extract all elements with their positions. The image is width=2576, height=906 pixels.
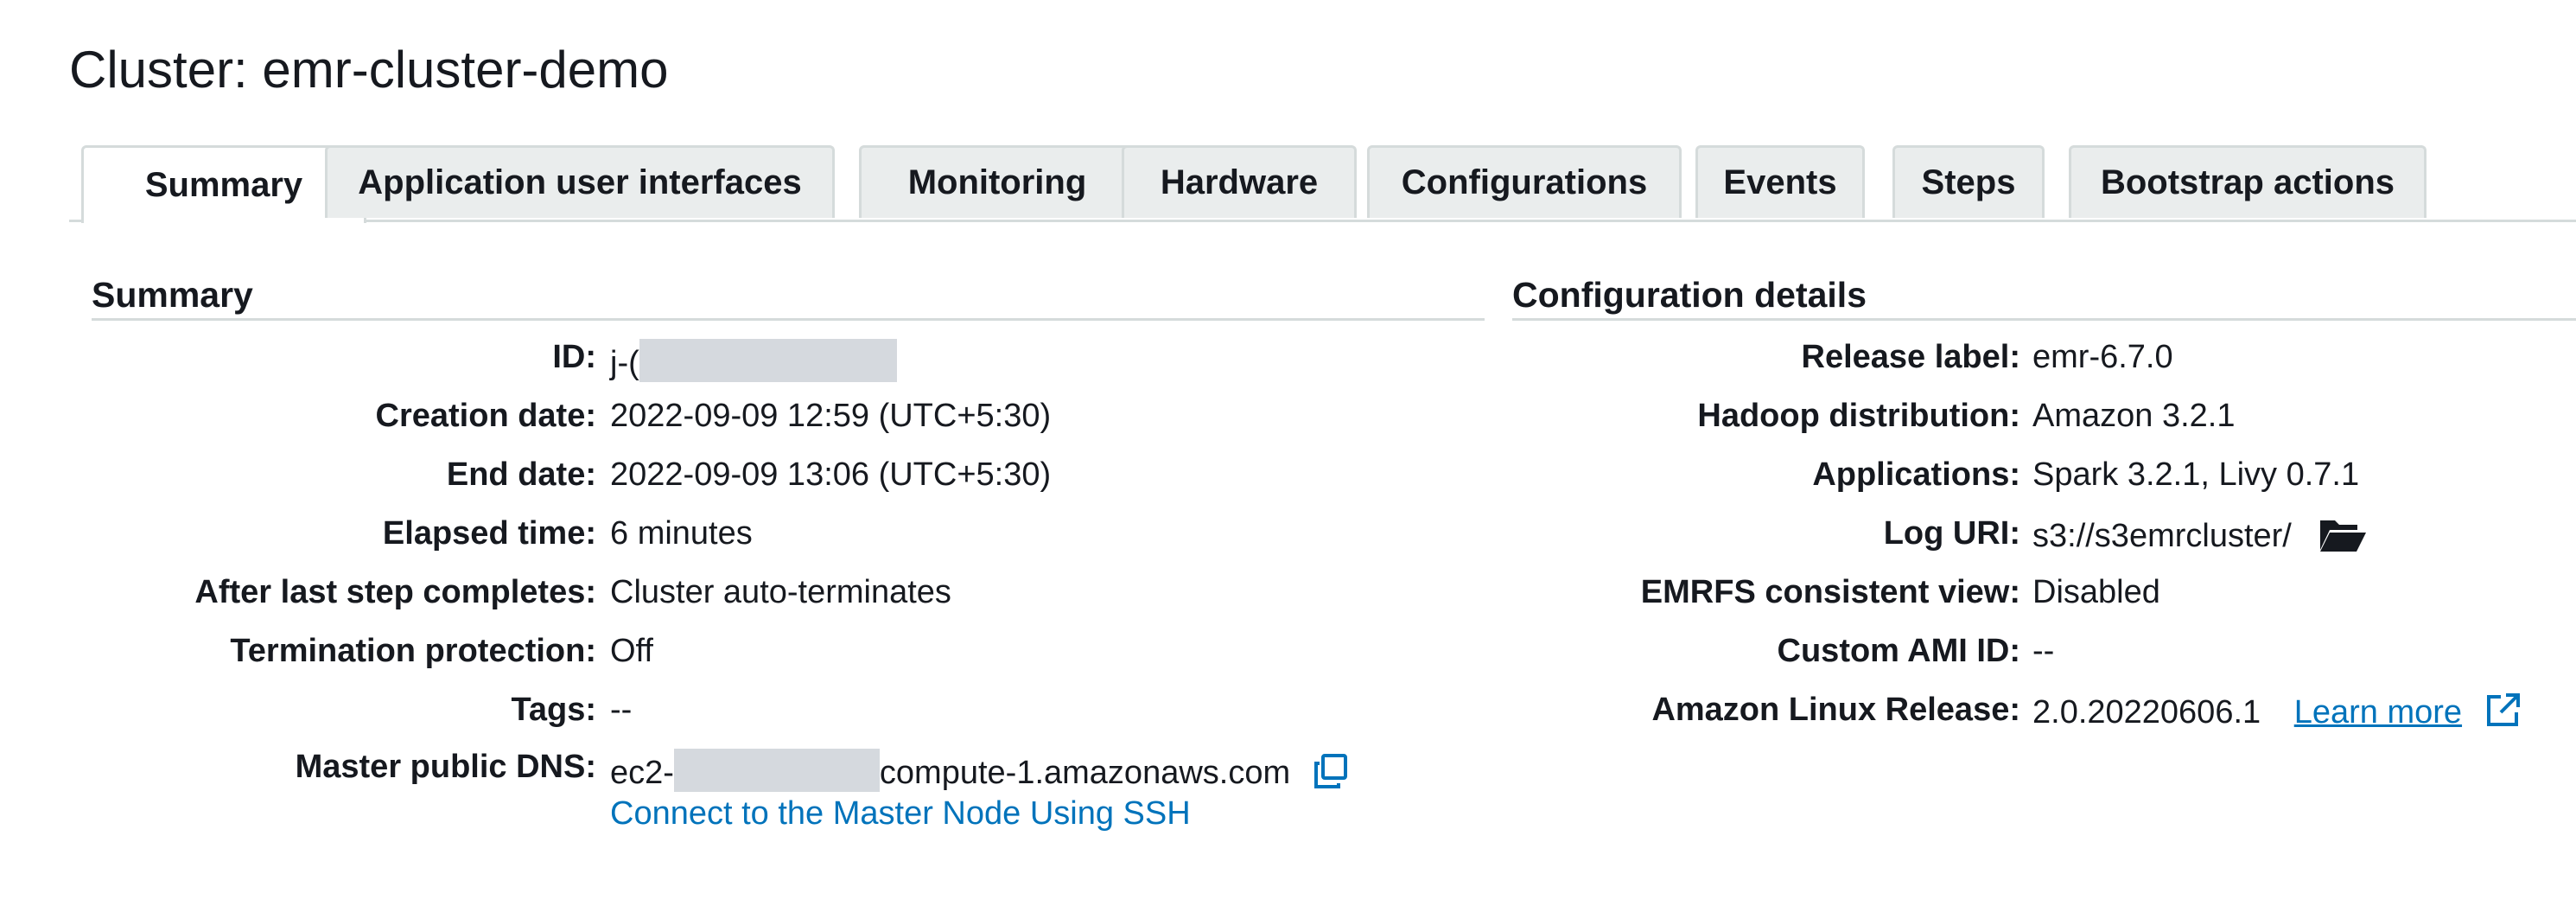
external-link-icon[interactable]: [2484, 692, 2522, 738]
log-uri-label: Log URI:: [1883, 515, 2020, 552]
tab-steps[interactable]: Steps: [1892, 145, 2045, 218]
tab-events[interactable]: Events: [1695, 145, 1865, 218]
tab-application-user-interfaces[interactable]: Application user interfaces: [325, 145, 835, 218]
summary-heading: Summary: [92, 275, 253, 315]
copy-icon[interactable]: [1312, 752, 1350, 799]
summary-divider: [92, 318, 1485, 321]
release-label-value: emr-6.7.0: [2032, 339, 2173, 375]
master-dns-label: Master public DNS:: [295, 749, 596, 785]
emrfs-label: EMRFS consistent view:: [1640, 574, 2020, 610]
connect-ssh-link[interactable]: Connect to the Master Node Using SSH: [610, 795, 1191, 833]
custom-ami-label: Custom AMI ID:: [1777, 633, 2020, 669]
master-dns-prefix: ec2-: [610, 755, 674, 791]
config-row-release-label: Release label: emr-6.7.0: [0, 339, 2576, 384]
master-dns-suffix: compute-1.amazonaws.com: [879, 755, 1291, 791]
redacted-dns: [673, 749, 880, 792]
linux-release-label: Amazon Linux Release:: [1651, 692, 2020, 728]
release-label-label: Release label:: [1801, 339, 2020, 375]
cluster-page: Cluster: emr-cluster-demo Summary Applic…: [0, 0, 2576, 906]
tab-hardware[interactable]: Hardware: [1122, 145, 1357, 218]
tab-bootstrap-actions[interactable]: Bootstrap actions: [2069, 145, 2427, 218]
linux-release-text: 2.0.20220606.1: [2032, 694, 2261, 731]
emrfs-value: Disabled: [2032, 574, 2160, 610]
config-row-applications: Applications: Spark 3.2.1, Livy 0.7.1: [0, 456, 2576, 501]
config-row-emrfs: EMRFS consistent view: Disabled: [0, 574, 2576, 619]
tab-summary[interactable]: Summary: [81, 145, 366, 223]
applications-value: Spark 3.2.1, Livy 0.7.1: [2032, 456, 2360, 493]
hadoop-value: Amazon 3.2.1: [2032, 398, 2236, 434]
page-title: Cluster: emr-cluster-demo: [69, 41, 669, 99]
learn-more-link[interactable]: Learn more: [2294, 694, 2462, 731]
master-dns-value: ec2- compute-1.amazonaws.com: [610, 749, 1350, 799]
linux-release-value: 2.0.20220606.1 Learn more: [2032, 692, 2522, 738]
summary-row-master-dns: Master public DNS: ec2- compute-1.amazona…: [0, 749, 1486, 794]
custom-ami-value: --: [2032, 633, 2055, 669]
tab-bar: Summary Application user interfaces Moni…: [69, 145, 2576, 223]
hadoop-label: Hadoop distribution:: [1697, 398, 2020, 434]
folder-open-icon[interactable]: [2318, 515, 2368, 562]
config-row-linux-release: Amazon Linux Release: 2.0.20220606.1 Lea…: [0, 692, 2576, 737]
log-uri-value: s3://s3emrcluster/: [2032, 515, 2368, 562]
config-row-log-uri: Log URI: s3://s3emrcluster/: [0, 515, 2576, 560]
config-heading: Configuration details: [1512, 275, 1867, 315]
applications-label: Applications:: [1812, 456, 2020, 493]
config-row-hadoop: Hadoop distribution: Amazon 3.2.1: [0, 398, 2576, 443]
config-divider: [1512, 318, 2576, 321]
tab-monitoring[interactable]: Monitoring: [859, 145, 1135, 218]
summary-row-ssh: Connect to the Master Node Using SSH: [0, 795, 1486, 840]
tab-configurations[interactable]: Configurations: [1367, 145, 1682, 218]
log-uri-text: s3://s3emrcluster/: [2032, 518, 2292, 554]
config-row-custom-ami: Custom AMI ID: --: [0, 633, 2576, 678]
